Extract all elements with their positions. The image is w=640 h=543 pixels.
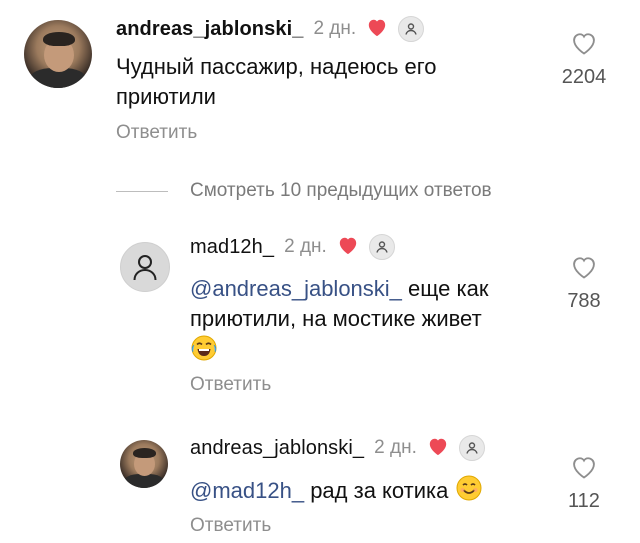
username[interactable]: andreas_jablonski_: [116, 18, 303, 41]
comment-text: @andreas_jablonski_ еще как приютили, на…: [190, 274, 550, 370]
reply-button[interactable]: Ответить: [116, 122, 197, 144]
heart-icon: [337, 235, 359, 260]
like-button[interactable]: 2204: [560, 30, 608, 89]
comment-text: Чудный пассажир, надеюсь его приютили: [116, 52, 536, 112]
comment-header: andreas_jablonski_ 2 дн.: [190, 433, 485, 463]
smiling-face-emoji: [455, 474, 483, 510]
like-outline-icon[interactable]: [570, 254, 598, 280]
like-count: 788: [567, 290, 601, 312]
comment-text-line: [190, 334, 550, 370]
comment-text: @mad12h_ рад за котика: [190, 474, 550, 510]
like-button[interactable]: 112: [560, 454, 608, 513]
user-badge-icon: [368, 234, 395, 260]
like-outline-icon[interactable]: [570, 30, 598, 56]
default-avatar-icon: [133, 255, 157, 281]
user-badge-icon: [458, 435, 485, 461]
timestamp: 2 дн.: [313, 18, 357, 39]
like-count: 112: [568, 490, 600, 512]
like-button[interactable]: 788: [560, 254, 608, 313]
comment-text-fragment: еще как: [401, 276, 489, 301]
mention-link[interactable]: @mad12h_: [190, 478, 304, 503]
reply-button[interactable]: Ответить: [190, 515, 271, 537]
comment-text-line: @andreas_jablonski_ еще как: [190, 274, 550, 304]
comment-header: mad12h_ 2 дн.: [190, 232, 395, 262]
heart-icon: [427, 436, 449, 461]
view-previous-replies[interactable]: Смотреть 10 предыдущих ответов: [116, 180, 492, 202]
mention-link[interactable]: @andreas_jablonski_: [190, 276, 402, 301]
comment-text-line: Чудный пассажир, надеюсь его: [116, 54, 437, 79]
tears-of-joy-emoji: [190, 334, 218, 370]
divider: [116, 190, 168, 192]
comment-header: andreas_jablonski_ 2 дн.: [116, 14, 425, 44]
timestamp: 2 дн.: [374, 437, 417, 458]
username[interactable]: mad12h_: [190, 236, 274, 259]
username[interactable]: andreas_jablonski_: [190, 437, 364, 460]
like-count: 2204: [561, 66, 607, 88]
avatar[interactable]: [24, 20, 92, 88]
reply-button[interactable]: Ответить: [190, 374, 271, 396]
view-previous-label[interactable]: Смотреть 10 предыдущих ответов: [190, 180, 492, 202]
comment-text-line: приютили: [116, 84, 216, 109]
timestamp: 2 дн.: [284, 236, 327, 257]
heart-icon: [366, 17, 388, 42]
comment-text-fragment: рад за котика: [304, 478, 455, 503]
user-badge-icon: [398, 16, 425, 42]
like-outline-icon[interactable]: [570, 454, 598, 480]
comment-text-line: приютили, на мостике живет: [190, 306, 482, 331]
avatar[interactable]: [120, 440, 168, 488]
default-avatar[interactable]: [120, 242, 170, 292]
